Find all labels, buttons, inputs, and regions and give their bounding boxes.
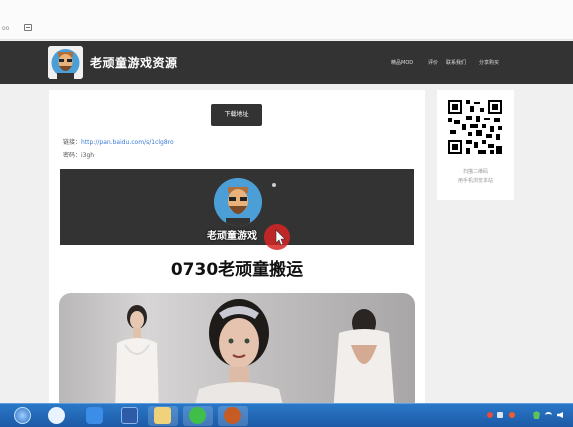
banner-dot (272, 183, 276, 187)
nav-link-share[interactable]: 分享购买 (479, 59, 499, 66)
qr-code[interactable] (446, 98, 504, 156)
site-header: 老顽童游戏资源 精品MOD 评价 联系我们 分享购买 (0, 41, 573, 84)
link-label: 链接： (63, 139, 82, 146)
nav-link-review[interactable]: 评价 (428, 59, 438, 66)
main-content: 下载地址 链接：http://pan.baidu.com/s/1clg8ro 密… (49, 90, 425, 413)
sidebar-qr-panel: 扫描二维码 用手机浏览本站 (437, 90, 514, 200)
sogou-browser-icon (48, 407, 65, 424)
link-row: 链接：http://pan.baidu.com/s/1clg8ro (63, 137, 174, 146)
qr-caption: 扫描二维码 用手机浏览本站 (437, 168, 514, 186)
baidu-cloud-icon (86, 407, 103, 424)
banner-avatar (214, 178, 262, 226)
windows-start-icon (14, 407, 31, 424)
post-heading: 0730老顽童搬运 (170, 260, 304, 280)
cursor-highlight (264, 224, 290, 250)
taskbar-app-game[interactable] (218, 406, 248, 426)
download-button[interactable]: 下载地址 (211, 104, 262, 126)
sims-preview-image[interactable] (59, 293, 415, 413)
download-link[interactable]: http://pan.baidu.com/s/1clg8ro (81, 139, 174, 146)
qr-caption-line-2: 用手机浏览本站 (457, 178, 493, 184)
browser-text: oo (2, 25, 10, 32)
site-title[interactable]: 老顽童游戏资源 (90, 54, 178, 71)
tab-icon[interactable] (24, 24, 32, 31)
windows-taskbar (0, 403, 573, 427)
tray-app-icon[interactable] (497, 412, 503, 418)
shield-icon[interactable] (533, 411, 540, 419)
tray-security-icon[interactable] (509, 412, 515, 418)
tray-alert-icon[interactable] (487, 412, 493, 418)
wechat-icon (189, 407, 206, 424)
taskbar-app-word[interactable] (115, 406, 145, 426)
start-button[interactable] (8, 406, 38, 426)
banner-text: 老顽童游戏 (207, 231, 257, 242)
banner-image: 老顽童游戏 (60, 169, 414, 245)
taskbar-app-wechat[interactable] (183, 406, 213, 426)
password-text: 密码：i3gh (63, 152, 95, 159)
taskbar-app-sogou[interactable] (42, 406, 72, 426)
nav-link-mod[interactable]: 精品MOD (391, 59, 413, 66)
taskbar-app-baidu[interactable] (80, 406, 110, 426)
system-tray (485, 407, 573, 425)
volume-icon[interactable] (557, 412, 563, 418)
nav-link-contact[interactable]: 联系我们 (446, 59, 466, 66)
game-app-icon (224, 407, 241, 424)
site-logo-avatar[interactable] (48, 46, 83, 79)
qr-caption-line-1: 扫描二维码 (462, 169, 488, 175)
network-icon[interactable] (545, 412, 552, 418)
word-icon (121, 407, 138, 424)
taskbar-app-explorer[interactable] (148, 406, 178, 426)
browser-toolbar: oo (0, 0, 573, 40)
folder-icon (154, 407, 171, 424)
